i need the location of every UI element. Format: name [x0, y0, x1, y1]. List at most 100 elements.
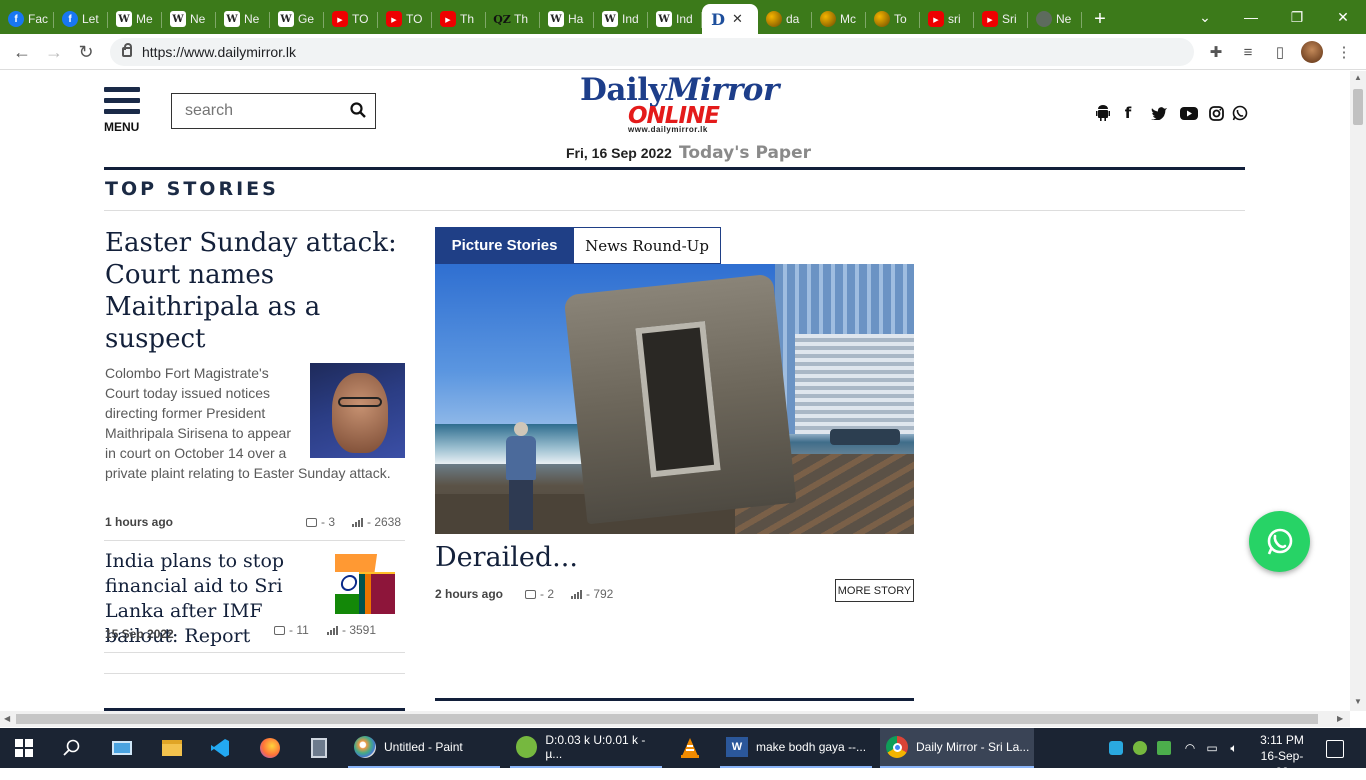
minimize-button[interactable]: —	[1228, 0, 1274, 34]
browser-tab[interactable]: ▶ TO	[378, 4, 432, 34]
views-bars-icon	[352, 517, 363, 527]
vlc-icon[interactable]	[678, 736, 702, 760]
wifi-icon[interactable]: ◠	[1182, 740, 1198, 756]
daily-mirror-logo[interactable]: DailyMirror ONLINE www.dailymirror.lk	[580, 73, 779, 135]
browser-tab[interactable]: ▶ sri	[920, 4, 974, 34]
new-tab-button[interactable]: +	[1082, 4, 1118, 34]
browser-tab[interactable]: W Ne	[216, 4, 270, 34]
browser-tab[interactable]: da	[758, 4, 812, 34]
address-bar[interactable]: https://www.dailymirror.lk	[110, 38, 1194, 66]
twitter-icon[interactable]	[1150, 104, 1168, 122]
browser-tab[interactable]: Ne	[1028, 4, 1082, 34]
second-story-image[interactable]	[335, 554, 395, 614]
section-title: TOP STORIES	[105, 178, 279, 200]
system-clock[interactable]: 3:11 PM 16-Sep-22	[1254, 732, 1310, 780]
browser-tab[interactable]: W Ind	[594, 4, 648, 34]
browser-tab[interactable]: f Fac	[0, 4, 54, 34]
browser-tab[interactable]: To	[866, 4, 920, 34]
wikipedia-icon: W	[602, 11, 618, 27]
apple-icon[interactable]	[1064, 104, 1082, 122]
back-arrow-icon[interactable]: ←	[10, 40, 34, 64]
browser-tab[interactable]: W Ind	[648, 4, 702, 34]
taskbar-app-chrome[interactable]: Daily Mirror - Sri La...	[880, 728, 1034, 768]
youtube-icon[interactable]	[1180, 104, 1198, 122]
vscode-icon[interactable]	[208, 736, 232, 760]
restore-button[interactable]: ❐	[1274, 0, 1320, 34]
tab-picture-stories[interactable]: Picture Stories	[435, 227, 574, 264]
scroll-right-arrow-icon[interactable]: ▶	[1337, 714, 1343, 723]
browser-tab[interactable]: W Ge	[270, 4, 324, 34]
wikipedia-icon: W	[548, 11, 564, 27]
tab-search-chevron-icon[interactable]: ⌄	[1182, 0, 1228, 34]
taskbar-app-word[interactable]: W make bodh gaya --...	[720, 728, 872, 768]
volume-icon[interactable]: 🔈︎	[1226, 740, 1242, 756]
this-pc-icon[interactable]	[110, 736, 134, 760]
browser-tab[interactable]: ▶ Sri	[974, 4, 1028, 34]
android-icon[interactable]	[1094, 104, 1112, 122]
calculator-icon[interactable]	[307, 736, 331, 760]
feature-story-photo[interactable]	[435, 264, 914, 534]
browser-tab[interactable]: ▶ Th	[432, 4, 486, 34]
browser-tab[interactable]: W Me	[108, 4, 162, 34]
more-menu-icon[interactable]: ⋮	[1334, 42, 1354, 62]
browser-tab[interactable]: QZ Th	[486, 4, 540, 34]
feature-story-comments[interactable]: - 2	[525, 587, 554, 601]
media-queue-icon[interactable]: ≡	[1238, 42, 1258, 62]
taskbar-app-paint[interactable]: Untitled - Paint	[348, 728, 500, 768]
browser-tab-active[interactable]: D ✕	[702, 4, 758, 34]
browser-tab[interactable]: W Ne	[162, 4, 216, 34]
facebook-icon[interactable]: f	[1119, 104, 1137, 122]
lead-story-comments[interactable]: - 3	[306, 515, 335, 529]
windows-start-icon[interactable]	[12, 736, 36, 760]
whatsapp-icon[interactable]	[1231, 104, 1249, 122]
lead-story-title[interactable]: Easter Sunday attack: Court names Maithr…	[105, 227, 405, 355]
menu-button[interactable]: MENU	[104, 87, 144, 134]
url-text[interactable]: https://www.dailymirror.lk	[142, 44, 296, 60]
header-divider	[104, 167, 1245, 170]
utorrent-tray-icon[interactable]	[1132, 740, 1148, 756]
search-icon[interactable]	[60, 736, 84, 760]
notifications-icon[interactable]	[1326, 740, 1344, 758]
views-bars-icon	[327, 625, 338, 635]
scroll-down-arrow-icon[interactable]: ▼	[1354, 697, 1362, 706]
browser-tab[interactable]: ▶ TO	[324, 4, 378, 34]
file-explorer-icon[interactable]	[160, 736, 184, 760]
scroll-left-arrow-icon[interactable]: ◀	[4, 714, 10, 723]
side-panel-icon[interactable]: ▯	[1270, 42, 1290, 62]
scroll-up-arrow-icon[interactable]: ▲	[1354, 73, 1362, 82]
browser-tab[interactable]: f Let	[54, 4, 108, 34]
firefox-icon[interactable]	[258, 736, 282, 760]
forward-arrow-icon[interactable]: →	[42, 40, 66, 64]
close-tab-icon[interactable]: ✕	[732, 11, 743, 27]
browser-tab[interactable]: W Ha	[540, 4, 594, 34]
lock-icon[interactable]	[122, 43, 132, 57]
search-box[interactable]	[171, 93, 376, 129]
search-input[interactable]	[185, 102, 345, 120]
profile-avatar[interactable]	[1301, 41, 1323, 63]
todays-paper-link[interactable]: Today's Paper	[679, 143, 811, 163]
whatsapp-float-button[interactable]	[1249, 511, 1310, 572]
tab-news-round-up[interactable]: News Round-Up	[573, 227, 721, 264]
extensions-puzzle-icon[interactable]: ✚	[1206, 42, 1226, 62]
feature-story-title[interactable]: Derailed...	[435, 542, 578, 573]
taskbar-app-utorrent[interactable]: D:0.03 k U:0.01 k - µ...	[510, 728, 662, 768]
vertical-scrollbar[interactable]: ▲ ▼	[1350, 71, 1366, 711]
word-icon: W	[726, 737, 748, 757]
network-share-icon[interactable]	[1156, 740, 1172, 756]
browser-tab[interactable]: Mc	[812, 4, 866, 34]
close-window-button[interactable]: ✕	[1320, 0, 1366, 34]
more-story-button[interactable]: MORE STORY	[835, 579, 914, 602]
tray-app-icon[interactable]	[1108, 740, 1124, 756]
lead-story-image[interactable]	[310, 363, 405, 458]
reload-icon[interactable]: ↻	[74, 40, 98, 64]
second-story-comments[interactable]: - 11	[274, 623, 309, 637]
vertical-scroll-thumb[interactable]	[1353, 89, 1363, 125]
lead-story-views: - 2638	[352, 515, 401, 529]
instagram-icon[interactable]	[1207, 104, 1225, 122]
youtube-icon: ▶	[982, 11, 998, 27]
search-icon[interactable]	[350, 102, 366, 118]
horizontal-scrollbar[interactable]: ◀ ▶	[0, 711, 1350, 727]
horizontal-scroll-thumb[interactable]	[16, 714, 1318, 724]
story-divider	[104, 652, 405, 653]
battery-icon[interactable]: ▭	[1204, 740, 1220, 756]
